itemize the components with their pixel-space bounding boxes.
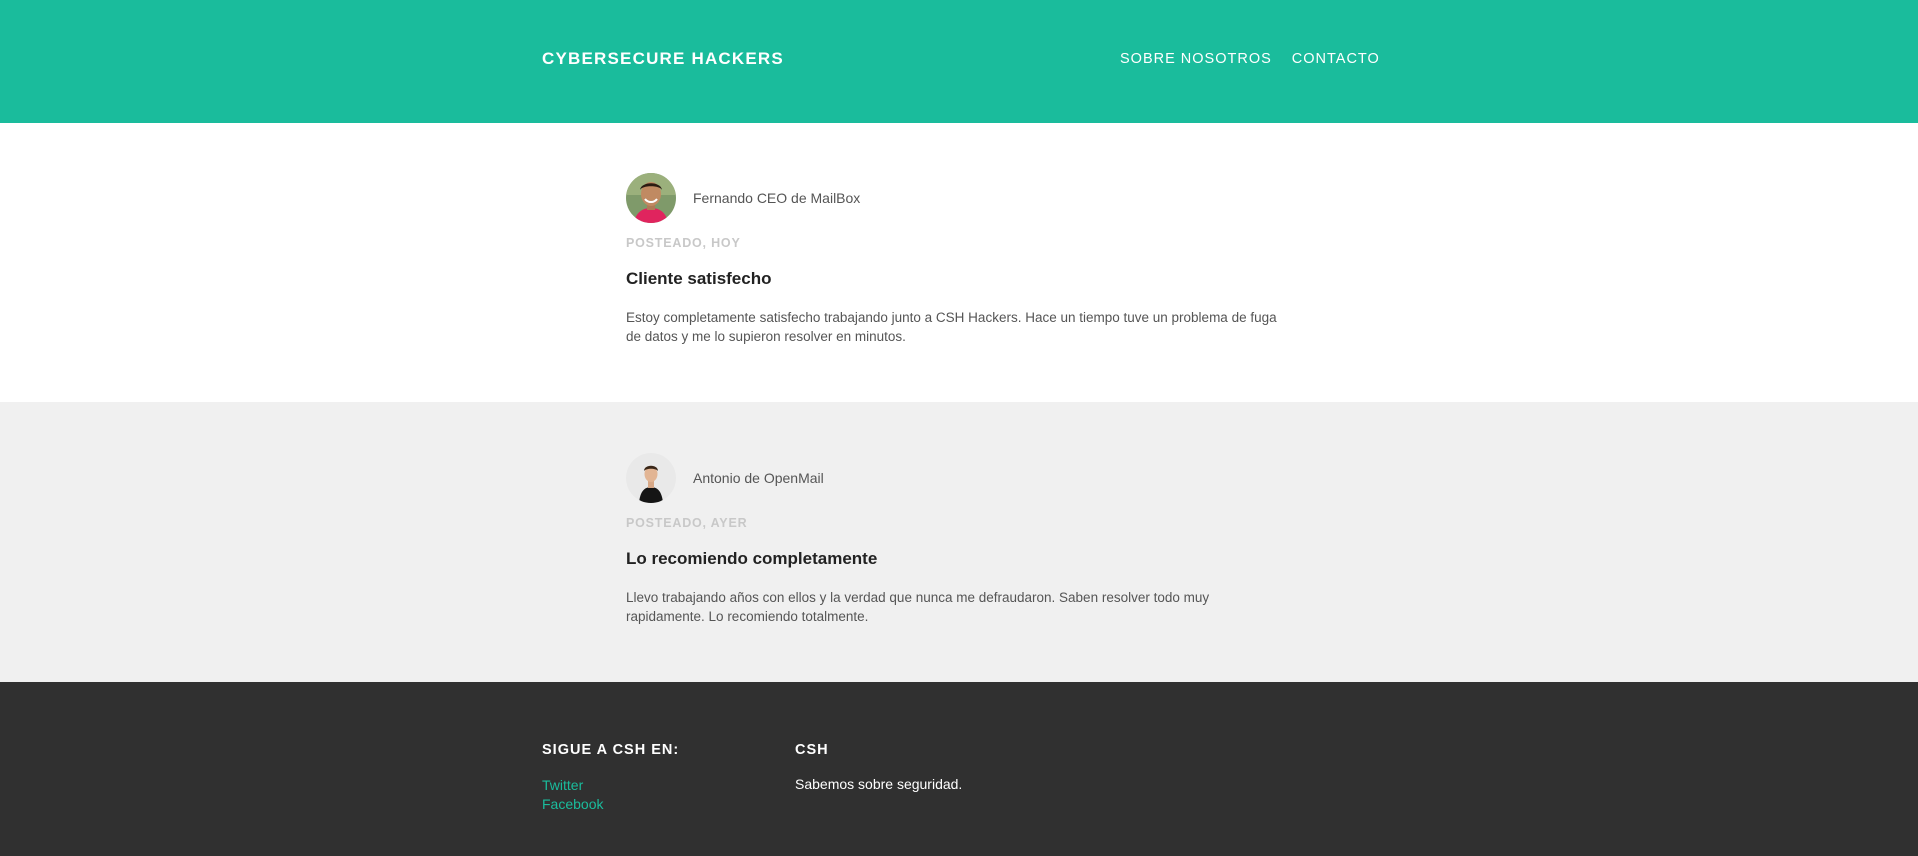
footer-about-title: CSH <box>795 742 829 758</box>
footer-social-column: SIGUE A CSH EN: Twitter Facebook <box>542 742 679 813</box>
main-nav: SOBRE NOSOTROS CONTACTO <box>1120 51 1380 67</box>
post-date: POSTEADO, HOY <box>626 236 741 250</box>
testimonial-post: Antonio de OpenMail POSTEADO, AYER Lo re… <box>0 402 1918 682</box>
author-name: Fernando CEO de MailBox <box>693 190 861 206</box>
nav-link-sobre-nosotros[interactable]: SOBRE NOSOTROS <box>1120 51 1272 67</box>
post-title: Cliente satisfecho <box>626 269 772 288</box>
author-name: Antonio de OpenMail <box>693 470 824 486</box>
avatar <box>626 173 676 223</box>
facebook-link[interactable]: Facebook <box>542 795 679 813</box>
site-footer: SIGUE A CSH EN: Twitter Facebook CSH Sab… <box>0 682 1918 856</box>
testimonial-content: Antonio de OpenMail POSTEADO, AYER Lo re… <box>626 452 1286 626</box>
footer-about-text: Sabemos sobre seguridad. <box>795 776 963 792</box>
author-row: Fernando CEO de MailBox <box>626 172 1286 224</box>
twitter-link[interactable]: Twitter <box>542 776 679 794</box>
footer-follow-title: SIGUE A CSH EN: <box>542 742 680 758</box>
person-avatar-icon <box>626 173 676 223</box>
testimonial-content: Fernando CEO de MailBox POSTEADO, HOY Cl… <box>626 172 1286 346</box>
site-header: CYBERSECURE HACKERS SOBRE NOSOTROS CONTA… <box>0 0 1918 123</box>
footer-social-links: Twitter Facebook <box>542 776 679 813</box>
brand-logo-text[interactable]: CYBERSECURE HACKERS <box>542 49 784 69</box>
nav-link-contacto[interactable]: CONTACTO <box>1292 51 1380 67</box>
post-text: Llevo trabajando años con ellos y la ver… <box>626 590 1210 624</box>
post-text: Estoy completamente satisfecho trabajand… <box>626 310 1277 344</box>
person-avatar-icon <box>626 453 676 503</box>
footer-about-column: CSH Sabemos sobre seguridad. <box>795 742 962 792</box>
author-row: Antonio de OpenMail <box>626 452 1286 504</box>
post-title: Lo recomiendo completamente <box>626 549 878 568</box>
avatar <box>626 453 676 503</box>
post-date: POSTEADO, AYER <box>626 516 748 530</box>
testimonial-post: Fernando CEO de MailBox POSTEADO, HOY Cl… <box>0 123 1918 402</box>
